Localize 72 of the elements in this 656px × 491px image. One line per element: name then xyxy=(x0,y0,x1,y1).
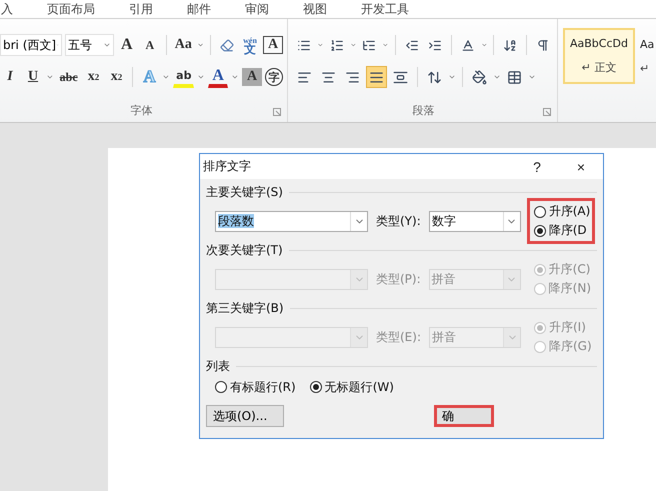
pilcrow-icon xyxy=(536,38,550,52)
ribbon-tab[interactable]: 页面布局 xyxy=(47,0,95,18)
ribbon-tab[interactable]: 入 xyxy=(1,0,13,18)
dropdown-caret-icon xyxy=(196,41,204,49)
shrink-font-button[interactable]: A xyxy=(140,34,160,56)
dropdown-caret-icon xyxy=(528,73,536,81)
sort-icon xyxy=(503,38,518,52)
letter-baseline-icon xyxy=(460,38,475,52)
ribbon-tab[interactable]: 邮件 xyxy=(187,0,211,18)
options-button[interactable]: 选项(O)... xyxy=(206,405,284,427)
align-left-icon xyxy=(297,70,312,84)
dialog-launcher-icon[interactable] xyxy=(273,108,281,116)
dropdown-caret-icon xyxy=(46,73,54,81)
header-row-radio[interactable]: 无标题行(W) xyxy=(310,378,394,396)
align-right-icon xyxy=(345,70,360,84)
character-border-button[interactable]: A xyxy=(263,36,283,54)
dropdown-caret-icon xyxy=(480,41,488,49)
strikethrough-button[interactable]: abc xyxy=(56,66,80,88)
section-label: 主要关键字(S) xyxy=(206,184,283,200)
font-name-combo[interactable]: bri (西文] xyxy=(0,34,62,56)
section-label: 次要关键字(T) xyxy=(206,242,283,258)
order-radio[interactable]: 降序(D xyxy=(534,222,590,239)
help-button[interactable]: ? xyxy=(515,154,559,179)
justify-icon xyxy=(369,70,384,84)
ribbon-tab[interactable]: 审阅 xyxy=(245,0,269,18)
up-down-arrow-icon xyxy=(427,70,442,84)
sort-key-combo[interactable]: 段落数 xyxy=(215,210,368,232)
dropdown-caret-icon xyxy=(493,73,501,81)
align-center-icon xyxy=(321,70,336,84)
order-radio[interactable]: 升序(A) xyxy=(534,203,590,220)
dialog-launcher-icon[interactable] xyxy=(543,108,551,116)
grow-font-button[interactable]: A xyxy=(116,34,137,56)
justify-button[interactable] xyxy=(366,66,387,88)
section-label: 第三关键字(B) xyxy=(206,300,284,316)
paint-bucket-icon xyxy=(472,70,487,84)
dropdown-caret-icon xyxy=(382,41,390,49)
type-label: 类型(P): xyxy=(376,270,421,288)
highlight-button[interactable]: ab xyxy=(173,66,194,88)
dropdown-caret-icon xyxy=(350,41,356,49)
underline-button[interactable]: U xyxy=(23,66,43,88)
ok-button[interactable]: 确 xyxy=(434,405,494,427)
ribbon-tab[interactable]: 开发工具 xyxy=(361,0,409,18)
ribbon-tab[interactable]: 引用 xyxy=(129,0,153,18)
distribute-icon xyxy=(393,70,408,84)
group-label: 段落 xyxy=(412,103,434,118)
type-label: 类型(E): xyxy=(376,328,421,346)
font-size-combo[interactable]: 五号 xyxy=(65,34,114,56)
character-shading-button[interactable]: A xyxy=(242,68,262,86)
header-row-radio[interactable]: 有标题行(R) xyxy=(215,378,296,396)
eraser-icon xyxy=(220,38,234,52)
dropdown-caret-icon xyxy=(197,73,206,81)
dropdown-caret-icon xyxy=(317,41,324,49)
close-button[interactable]: × xyxy=(559,154,603,179)
enclose-character-button[interactable]: 字 xyxy=(265,68,283,86)
font-color-button[interactable]: A xyxy=(208,66,228,88)
ribbon-tab[interactable]: 视图 xyxy=(303,0,327,18)
dropdown-caret-icon xyxy=(162,73,170,81)
type-combo[interactable]: 数字 xyxy=(428,210,521,232)
section-label: 列表 xyxy=(206,358,230,374)
group-label: 字体 xyxy=(130,103,152,118)
style-gallery-item[interactable]: AaBbCcDd ↵ 正文 xyxy=(563,28,635,84)
phonetic-guide-button[interactable]: wén 文 xyxy=(240,34,260,56)
numbered-list-icon xyxy=(330,38,344,52)
type-label: 类型(Y): xyxy=(376,212,421,230)
italic-button[interactable]: I xyxy=(0,66,20,88)
dropdown-caret-icon xyxy=(102,41,111,49)
table-grid-icon xyxy=(507,70,522,84)
style-gallery-item[interactable]: Aa ↵ xyxy=(638,28,656,84)
change-case-button[interactable]: Aa xyxy=(172,34,194,56)
dialog-title: 排序文字 xyxy=(203,158,252,175)
dropdown-caret-icon xyxy=(231,73,239,81)
dropdown-caret-icon xyxy=(448,73,456,81)
